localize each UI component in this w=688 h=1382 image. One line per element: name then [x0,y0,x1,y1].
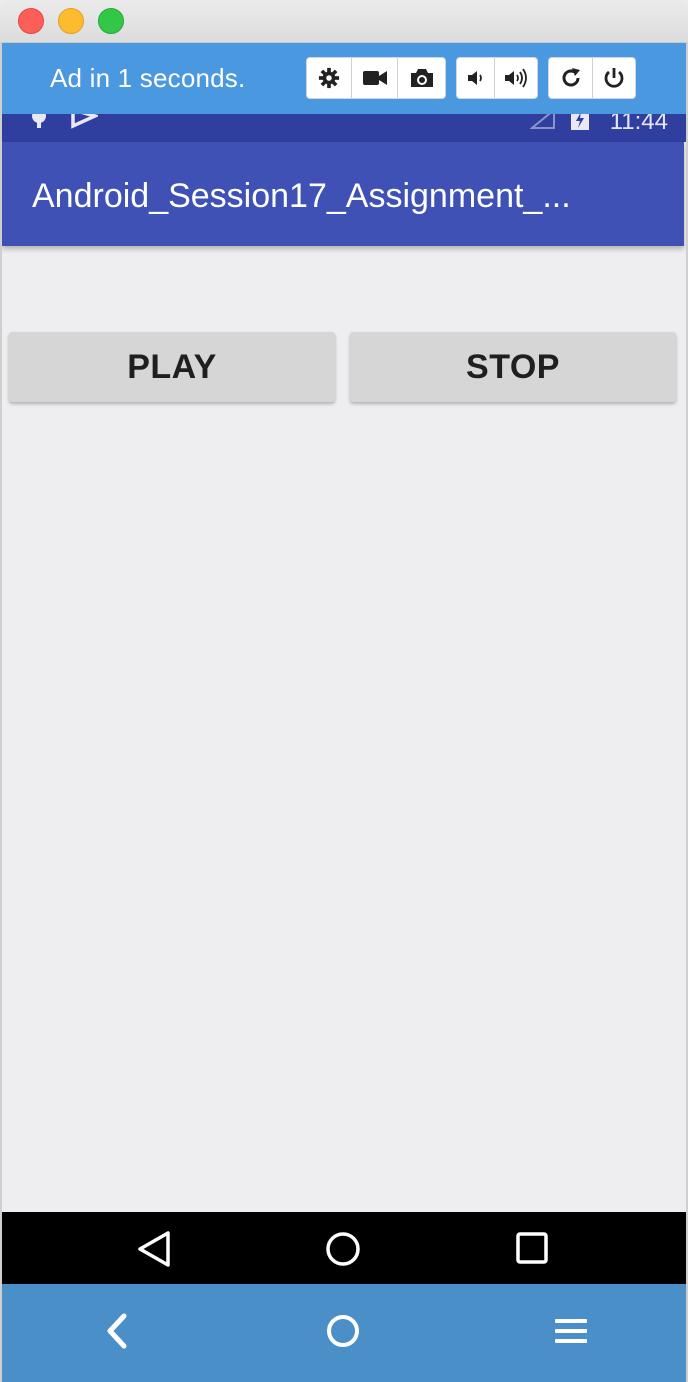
play-button[interactable]: PLAY [9,332,335,402]
app-title: Android_Session17_Assignment_... [32,177,571,215]
status-clock: 11:44 [609,114,668,135]
notification-pin-icon [32,114,46,128]
back-triangle-icon[interactable] [136,1230,172,1268]
stop-button[interactable]: STOP [350,332,676,402]
camera-icon [410,69,433,87]
rotate-button[interactable] [549,58,593,98]
android-status-bar: 11:44 [2,114,686,142]
window-left-edge [0,42,2,1382]
emulator-toolbar: Ad in 1 seconds. [0,43,688,114]
record-video-button[interactable] [352,58,398,98]
toolbar-group-device [548,57,636,99]
screenshot-button[interactable] [398,58,445,98]
gear-icon [318,67,340,89]
rotate-icon [562,68,580,87]
window-titlebar [0,0,688,43]
emulator-bottom-bar [2,1284,686,1382]
toolbar-group-volume [456,57,538,99]
zoom-window-button[interactable] [98,8,124,34]
settings-button[interactable] [307,58,352,98]
signal-icon [530,114,555,129]
volume-down-icon [467,71,482,85]
home-circle-icon[interactable] [324,1312,362,1350]
chevron-left-icon[interactable] [100,1312,134,1350]
volume-up-button[interactable] [495,58,537,98]
volume-up-icon [505,68,527,88]
app-toolbar: Android_Session17_Assignment_... [2,142,684,246]
recents-square-icon[interactable] [514,1230,552,1268]
power-button[interactable] [593,58,635,98]
menu-icon[interactable] [552,1312,590,1350]
toolbar-group-capture [306,57,446,99]
play-store-notification-icon [71,114,98,129]
close-window-button[interactable] [18,8,44,34]
ad-countdown-text: Ad in 1 seconds. [50,63,246,93]
power-icon [604,68,624,88]
emulator-window: Ad in 1 seconds. 11:44 Android_Session17… [0,0,688,1382]
home-circle-icon[interactable] [324,1230,362,1268]
minimize-window-button[interactable] [58,8,84,34]
video-icon [362,71,387,85]
android-navigation-bar [2,1212,686,1284]
battery-charging-icon [571,114,589,130]
volume-down-button[interactable] [457,58,495,98]
